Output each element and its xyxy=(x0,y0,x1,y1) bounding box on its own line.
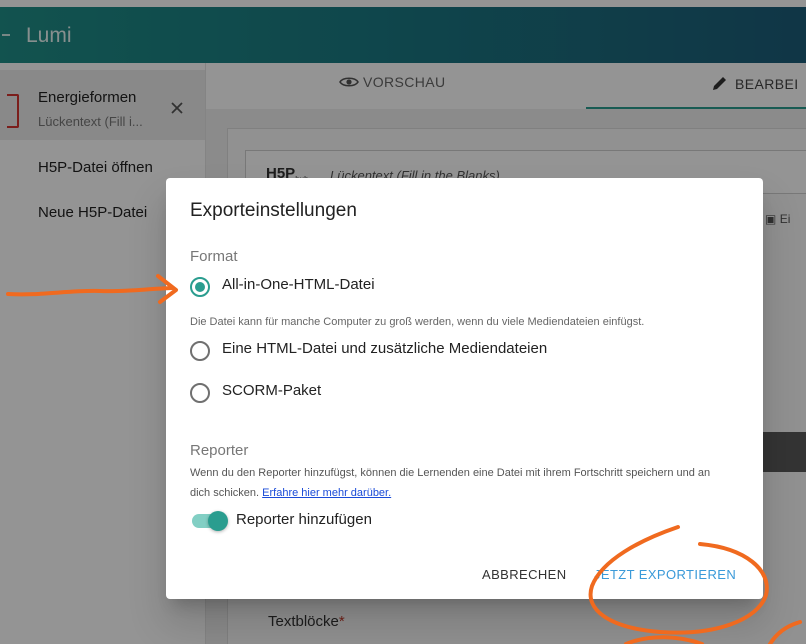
format-option-label: Eine HTML-Datei und zusätzliche Medienda… xyxy=(222,340,548,357)
toggle-thumb xyxy=(208,511,228,531)
export-settings-dialog: Exporteinstellungen Format All-in-One-HT… xyxy=(166,178,763,599)
reporter-toggle[interactable] xyxy=(190,511,228,531)
format-hint: Die Datei kann für manche Computer zu gr… xyxy=(190,316,645,328)
export-now-button[interactable]: JETZT EXPORTIEREN xyxy=(594,567,736,582)
reporter-toggle-label: Reporter hinzufügen xyxy=(236,511,372,528)
radio-unchecked-icon[interactable] xyxy=(190,383,210,403)
format-label: Format xyxy=(190,248,238,265)
dialog-title: Exporteinstellungen xyxy=(190,200,357,221)
cancel-button[interactable]: ABBRECHEN xyxy=(482,567,567,582)
radio-checked-icon[interactable] xyxy=(190,277,210,297)
learn-more-link[interactable]: Erfahre hier mehr darüber. xyxy=(262,487,391,499)
format-option-label: SCORM-Paket xyxy=(222,382,322,399)
reporter-label: Reporter xyxy=(190,442,249,459)
lumi-app-window: Lumi Energieformen Lückentext (Fill i...… xyxy=(0,0,806,644)
radio-unchecked-icon[interactable] xyxy=(190,341,210,361)
format-option-label: All-in-One-HTML-Datei xyxy=(222,276,375,293)
reporter-description: Wenn du den Reporter hinzufügst, können … xyxy=(190,463,730,503)
